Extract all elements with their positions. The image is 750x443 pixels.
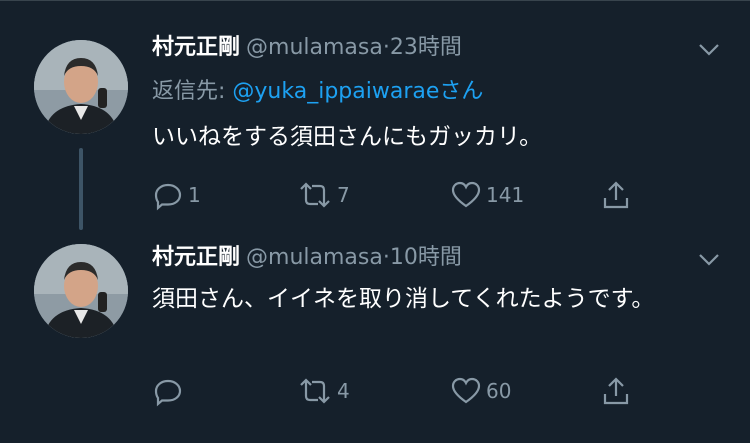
tweet-text: 須田さん、イイネを取り消してくれたようです。 xyxy=(152,286,655,312)
like-button[interactable]: 141 xyxy=(450,178,524,212)
reply-handle-link[interactable]: @yuka_ippaiwarae xyxy=(232,79,439,104)
reply-button[interactable] xyxy=(152,374,188,408)
reply-icon xyxy=(152,179,184,211)
avatar[interactable] xyxy=(34,244,128,338)
share-icon xyxy=(600,375,632,407)
thread-connector xyxy=(79,148,83,230)
reply-context: 返信先: @yuka_ippaiwaraeさん xyxy=(152,78,483,106)
share-button[interactable] xyxy=(600,374,632,408)
user-handle[interactable]: @mulamasa xyxy=(246,245,383,270)
timestamp[interactable]: 10時間 xyxy=(390,245,462,270)
tweet-header: 村元正剛 @mulamasa·23時間 xyxy=(152,34,462,62)
separator-dot: · xyxy=(382,35,390,60)
retweet-count: 7 xyxy=(337,183,350,207)
retweet-icon xyxy=(297,375,333,407)
tweet-2[interactable]: 村元正剛 @mulamasa·10時間 須田さん、イイネを取り消してくれたようです… xyxy=(0,230,750,443)
avatar-photo xyxy=(34,40,128,134)
share-icon xyxy=(600,179,632,211)
tweet-text: いいねをする須田さんにもガッカリ。 xyxy=(152,124,543,150)
avatar[interactable] xyxy=(34,40,128,134)
like-icon xyxy=(450,375,482,407)
caret-down-icon[interactable] xyxy=(695,248,723,270)
reply-button[interactable]: 1 xyxy=(152,178,201,212)
like-icon xyxy=(450,179,482,211)
retweet-count: 4 xyxy=(337,379,350,403)
like-count: 141 xyxy=(486,183,525,207)
retweet-icon xyxy=(297,179,333,211)
like-count: 60 xyxy=(486,379,512,403)
reply-count: 1 xyxy=(188,183,201,207)
user-handle[interactable]: @mulamasa xyxy=(246,35,383,60)
reply-icon xyxy=(152,375,184,407)
display-name[interactable]: 村元正剛 xyxy=(152,245,240,270)
retweet-button[interactable]: 7 xyxy=(297,178,350,212)
reply-suffix: さん xyxy=(439,79,484,104)
like-button[interactable]: 60 xyxy=(450,374,511,408)
tweet-header: 村元正剛 @mulamasa·10時間 xyxy=(152,244,462,272)
display-name[interactable]: 村元正剛 xyxy=(152,35,240,60)
reply-prefix: 返信先: xyxy=(152,79,233,104)
retweet-button[interactable]: 4 xyxy=(297,374,350,408)
caret-down-icon[interactable] xyxy=(695,38,723,60)
separator-dot: · xyxy=(382,245,390,270)
avatar-photo xyxy=(34,244,128,338)
tweet-1[interactable]: 村元正剛 @mulamasa·23時間 返信先: @yuka_ippaiwarae… xyxy=(0,0,750,230)
share-button[interactable] xyxy=(600,178,632,212)
tweet-actions: 4 60 xyxy=(152,374,652,408)
tweet-actions: 1 7 141 xyxy=(152,178,652,212)
timestamp[interactable]: 23時間 xyxy=(390,35,462,60)
